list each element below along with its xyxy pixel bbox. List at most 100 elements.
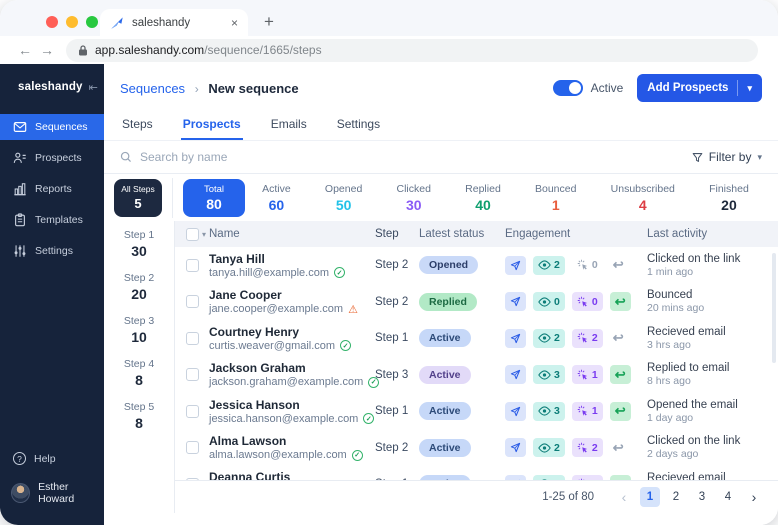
stat-active[interactable]: Active60 xyxy=(262,183,291,213)
stat-total-card[interactable]: Total 80 xyxy=(183,179,245,217)
step-filter-4[interactable]: Step 48 xyxy=(124,358,154,388)
table-row[interactable]: Jessica Hanson jessica.hanson@example.co… xyxy=(175,393,778,430)
status-badge: Replied xyxy=(419,293,477,311)
clicks-count: 2 xyxy=(572,329,603,348)
last-activity-time: 1 day ago xyxy=(647,412,693,424)
sidebar-nav: Sequences Prospects xyxy=(0,114,104,264)
sent-icon xyxy=(505,365,526,384)
help-button[interactable]: ? Help xyxy=(0,452,104,481)
select-all-checkbox[interactable] xyxy=(186,228,199,241)
stat-unsubscribed[interactable]: Unsubscribed4 xyxy=(611,183,675,213)
table-header: ▾ Name Step Latest status Engagement Las… xyxy=(175,221,778,247)
sidebar-item-prospects[interactable]: Prospects xyxy=(0,145,104,171)
step-filter-2[interactable]: Step 220 xyxy=(124,272,154,302)
forward-icon[interactable]: → xyxy=(36,42,58,58)
sidebar-item-settings[interactable]: Settings xyxy=(0,238,104,264)
pagination: 1-25 of 80 ‹ 1 2 3 4 › xyxy=(175,480,778,513)
prospect-email: jackson.graham@example.com xyxy=(209,376,363,388)
row-checkbox[interactable] xyxy=(186,332,199,345)
row-checkbox[interactable] xyxy=(186,295,199,308)
step-filter-3[interactable]: Step 310 xyxy=(124,315,154,345)
question-icon: ? xyxy=(13,452,26,465)
row-checkbox[interactable] xyxy=(186,441,199,454)
sequence-tabs: Steps Prospects Emails Settings xyxy=(104,112,778,141)
address-bar[interactable]: app.saleshandy.com/sequence/1665/steps xyxy=(66,39,758,62)
reply-icon: ↩ xyxy=(610,438,627,457)
browser-tab[interactable]: saleshandy × xyxy=(100,9,248,36)
new-tab-button[interactable]: + xyxy=(264,12,274,32)
step-filter-1[interactable]: Step 130 xyxy=(124,229,154,259)
back-icon[interactable]: ← xyxy=(14,42,36,58)
page-4[interactable]: 4 xyxy=(718,487,738,507)
filter-by-button[interactable]: Filter by ▾ xyxy=(692,150,762,164)
engagement-cell: 2 2 ↩ xyxy=(505,438,647,457)
sidebar: saleshandy ⇤ Sequences xyxy=(0,64,104,525)
stat-total-value: 80 xyxy=(206,196,222,212)
stat-opened[interactable]: Opened50 xyxy=(325,183,362,213)
steps-rail: Step 130 Step 220 Step 310 Step 48 Step … xyxy=(104,221,175,513)
sent-icon xyxy=(505,292,526,311)
breadcrumb-sequences-link[interactable]: Sequences xyxy=(120,81,185,96)
table-row[interactable]: Alma Lawson alma.lawson@example.com✓ Ste… xyxy=(175,430,778,467)
sidebar-item-sequences[interactable]: Sequences xyxy=(0,114,104,140)
scrollbar[interactable] xyxy=(772,253,776,363)
email-status-icon: ✓ xyxy=(334,267,345,278)
engagement-cell: 2 0 ↩ xyxy=(505,256,647,275)
email-status-icon: ✓ xyxy=(352,450,363,461)
window-controls[interactable] xyxy=(46,16,98,28)
column-latest-status: Latest status xyxy=(419,228,505,240)
page-3[interactable]: 3 xyxy=(692,487,712,507)
tab-settings[interactable]: Settings xyxy=(335,112,382,140)
tab-close-icon[interactable]: × xyxy=(231,16,238,30)
stat-replied[interactable]: Replied40 xyxy=(465,183,501,213)
add-prospects-button[interactable]: Add Prospects ▾ xyxy=(637,74,762,102)
chevron-down-icon[interactable]: ▾ xyxy=(747,83,752,94)
minimize-window-button[interactable] xyxy=(66,16,78,28)
table-row[interactable]: Courtney Henry curtis.weaver@gmail.com✓ … xyxy=(175,320,778,357)
prospect-name: Jackson Graham xyxy=(209,361,306,375)
search-icon xyxy=(120,151,132,163)
sidebar-item-label: Prospects xyxy=(35,152,82,164)
all-steps-value: 5 xyxy=(134,196,141,211)
page-2[interactable]: 2 xyxy=(666,487,686,507)
close-window-button[interactable] xyxy=(46,16,58,28)
search-input[interactable] xyxy=(140,150,684,164)
next-page-icon[interactable]: › xyxy=(744,489,764,505)
clicks-count: 2 xyxy=(572,438,603,457)
row-checkbox[interactable] xyxy=(186,259,199,272)
all-steps-card[interactable]: All Steps 5 xyxy=(114,179,162,217)
tab-prospects[interactable]: Prospects xyxy=(181,112,243,140)
row-checkbox[interactable] xyxy=(186,405,199,418)
browser-window: saleshandy × + ← → app.saleshandy.com/se… xyxy=(0,0,778,525)
table-row[interactable]: Jane Cooper jane.cooper@example.com⚠ Ste… xyxy=(175,284,778,321)
opens-count: 0 xyxy=(533,292,565,311)
table-row[interactable]: Jackson Graham jackson.graham@example.co… xyxy=(175,357,778,394)
stat-clicked[interactable]: Clicked30 xyxy=(397,183,431,213)
sidebar-item-templates[interactable]: Templates xyxy=(0,207,104,233)
tab-emails[interactable]: Emails xyxy=(269,112,309,140)
prospect-name: Jane Cooper xyxy=(209,288,282,302)
status-badge: Active xyxy=(419,366,471,384)
envelope-icon xyxy=(13,120,27,134)
user-menu[interactable]: Esther Howard xyxy=(0,481,104,525)
stat-bounced[interactable]: Bounced1 xyxy=(535,183,576,213)
collapse-sidebar-icon[interactable]: ⇤ xyxy=(89,81,98,94)
page-1[interactable]: 1 xyxy=(640,487,660,507)
last-activity-text: Clicked on the link xyxy=(647,435,740,447)
row-checkbox[interactable] xyxy=(186,368,199,381)
active-toggle[interactable] xyxy=(553,80,583,96)
bar-chart-icon xyxy=(13,182,27,196)
last-activity-time: 2 days ago xyxy=(647,448,698,460)
chevron-down-icon[interactable]: ▾ xyxy=(202,230,206,239)
prev-page-icon[interactable]: ‹ xyxy=(614,489,634,505)
prospect-email: tanya.hill@example.com xyxy=(209,267,329,279)
maximize-window-button[interactable] xyxy=(86,16,98,28)
stat-finished[interactable]: Finished20 xyxy=(709,183,749,213)
browser-chrome: saleshandy × + ← → app.saleshandy.com/se… xyxy=(0,0,778,64)
sidebar-item-label: Settings xyxy=(35,245,73,257)
table-row[interactable]: Tanya Hill tanya.hill@example.com✓ Step … xyxy=(175,247,778,284)
step-filter-5[interactable]: Step 58 xyxy=(124,401,154,431)
sidebar-item-reports[interactable]: Reports xyxy=(0,176,104,202)
tab-steps[interactable]: Steps xyxy=(120,112,155,140)
table-row[interactable]: Deanna Curtis deanna.curtis@example.com⚠… xyxy=(175,466,778,480)
